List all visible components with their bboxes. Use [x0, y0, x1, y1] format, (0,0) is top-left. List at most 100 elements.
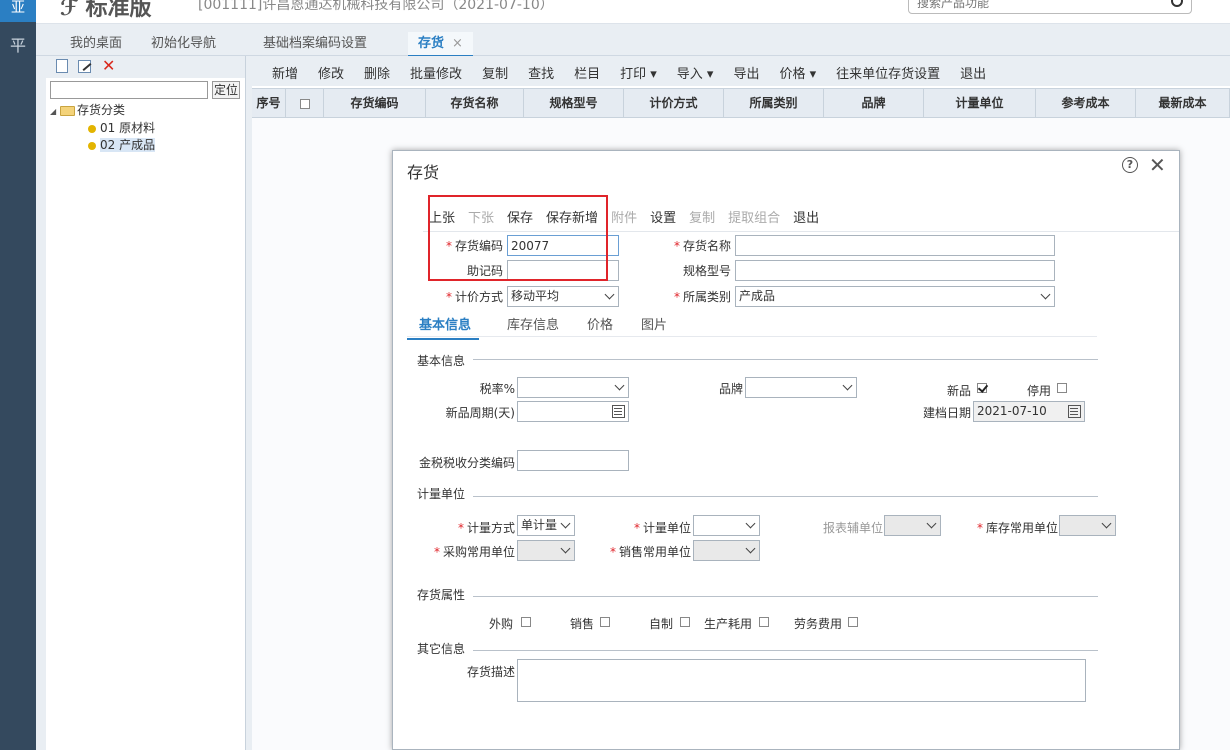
report-aux-unit-select[interactable]	[884, 515, 941, 536]
tax-code-input[interactable]	[517, 450, 629, 471]
col-header-select[interactable]	[286, 89, 324, 119]
col-header-brand[interactable]: 品牌	[824, 89, 924, 119]
exit-dialog-button[interactable]: 退出	[793, 211, 819, 226]
tab-bar: 我的桌面 初始化导航 基础档案编码设置 存货 ×	[36, 24, 1230, 57]
tree-node-finished-goods[interactable]: 02 产成品	[50, 137, 245, 154]
attr-purchased-label: 外购	[489, 617, 514, 631]
copy-button[interactable]: 复制	[482, 67, 508, 82]
name-input[interactable]	[735, 235, 1055, 256]
tab-stock-info[interactable]: 库存信息	[507, 314, 559, 333]
description-textarea[interactable]	[517, 659, 1086, 702]
chevron-down-icon	[560, 543, 571, 554]
col-header-unit[interactable]: 计量单位	[924, 89, 1036, 119]
divider	[423, 231, 1179, 232]
brand-select[interactable]	[745, 377, 857, 398]
tab-picture[interactable]: 图片	[641, 314, 667, 333]
new-product-checkbox[interactable]	[977, 383, 987, 393]
category-tree-panel: ✕ 定位 ◢ 存货分类 01 原材料 02 产成品	[46, 56, 246, 750]
tab-close-icon[interactable]: ×	[452, 36, 463, 51]
delete-icon[interactable]: ✕	[101, 58, 117, 74]
copy-record-button[interactable]: 复制	[689, 211, 715, 226]
tree-node-root[interactable]: ◢ 存货分类	[50, 102, 245, 120]
price-menu[interactable]: 价格 ▾	[779, 67, 816, 82]
purchase-unit-label: * 采购常用单位	[433, 545, 515, 559]
locate-button[interactable]: 定位	[212, 81, 240, 99]
export-button[interactable]: 导出	[733, 67, 759, 82]
select-all-checkbox[interactable]	[299, 98, 310, 109]
print-menu[interactable]: 打印 ▾	[620, 67, 657, 82]
attr-self-made-checkbox[interactable]	[680, 617, 690, 627]
code-input[interactable]	[507, 235, 619, 256]
col-header-name[interactable]: 存货名称	[426, 89, 524, 119]
tab-init-guide[interactable]: 初始化导航	[151, 32, 216, 51]
tree-search-input[interactable]	[50, 81, 208, 99]
collapse-arrow-icon[interactable]: ◢	[50, 103, 60, 120]
tree-node-raw-material[interactable]: 01 原材料	[50, 120, 245, 137]
col-header-code[interactable]: 存货编码	[324, 89, 426, 119]
attr-service-label: 劳务费用	[794, 617, 843, 631]
category-select[interactable]: 产成品	[735, 286, 1055, 307]
add-button[interactable]: 新增	[272, 67, 298, 82]
delete-button[interactable]: 删除	[364, 67, 390, 82]
new-file-icon[interactable]	[56, 59, 68, 73]
col-header-latest-cost[interactable]: 最新成本	[1136, 89, 1230, 119]
extract-combo-button[interactable]: 提取组合	[728, 211, 780, 226]
tab-my-desktop[interactable]: 我的桌面	[70, 32, 122, 51]
tree-node-label: 存货分类	[77, 103, 126, 117]
col-header-valuation[interactable]: 计价方式	[624, 89, 724, 119]
description-label: 存货描述	[466, 665, 515, 679]
find-button[interactable]: 查找	[528, 67, 554, 82]
valuation-label: * 计价方式	[445, 290, 503, 304]
save-and-new-button[interactable]: 保存新增	[546, 211, 598, 226]
col-header-spec[interactable]: 规格型号	[524, 89, 624, 119]
partner-inventory-settings-button[interactable]: 往来单位存货设置	[836, 67, 940, 82]
batch-modify-button[interactable]: 批量修改	[410, 67, 462, 82]
attachment-button[interactable]: 附件	[611, 211, 637, 226]
attr-production-checkbox[interactable]	[759, 617, 769, 627]
sales-unit-select[interactable]	[693, 540, 760, 561]
app-logo[interactable]: 亚	[0, 0, 36, 22]
chevron-down-icon	[560, 518, 571, 529]
purchase-unit-select[interactable]	[517, 540, 575, 561]
section-other: 其它信息	[417, 642, 466, 656]
help-icon[interactable]: ?	[1122, 157, 1138, 173]
attr-sales-checkbox[interactable]	[600, 617, 610, 627]
import-menu[interactable]: 导入 ▾	[677, 67, 714, 82]
chevron-down-icon	[745, 518, 756, 529]
unit-select[interactable]	[693, 515, 760, 536]
next-record-button[interactable]: 下张	[468, 211, 494, 226]
attr-self-made-label: 自制	[649, 617, 674, 631]
tab-code-settings[interactable]: 基础档案编码设置	[263, 32, 367, 51]
created-date-input[interactable]: 2021-07-10	[973, 401, 1085, 422]
modify-button[interactable]: 修改	[318, 67, 344, 82]
tax-rate-select[interactable]	[517, 377, 629, 398]
valuation-select[interactable]: 移动平均	[507, 286, 619, 307]
search-input[interactable]	[917, 0, 1157, 13]
mnemonic-input[interactable]	[507, 260, 619, 281]
search-icon[interactable]	[1171, 0, 1183, 7]
settings-button[interactable]: 设置	[650, 211, 676, 226]
inventory-dialog: 存货 ? ✕ 上张下张保存保存新增附件设置复制提取组合退出 *存货编码 *存货名…	[392, 150, 1180, 750]
new-period-input[interactable]	[517, 401, 629, 422]
tab-inventory[interactable]: 存货 ×	[408, 32, 473, 57]
close-icon[interactable]: ✕	[1149, 153, 1166, 177]
prev-record-button[interactable]: 上张	[429, 211, 455, 226]
spec-input[interactable]	[735, 260, 1055, 281]
col-header-category[interactable]: 所属类别	[724, 89, 824, 119]
calendar-icon[interactable]	[1068, 405, 1081, 418]
save-button[interactable]: 保存	[507, 211, 533, 226]
stock-unit-select[interactable]	[1059, 515, 1116, 536]
col-header-ref-cost[interactable]: 参考成本	[1036, 89, 1136, 119]
measure-mode-select[interactable]: 单计量	[517, 515, 575, 536]
attr-purchased-checkbox[interactable]	[521, 617, 531, 627]
global-search[interactable]	[908, 0, 1192, 14]
edit-icon[interactable]	[77, 59, 91, 73]
columns-button[interactable]: 栏目	[574, 67, 600, 82]
attr-service-checkbox[interactable]	[848, 617, 858, 627]
exit-button[interactable]: 退出	[960, 67, 986, 82]
attr-production-label: 生产耗用	[704, 617, 753, 631]
tab-price[interactable]: 价格	[587, 314, 613, 333]
calendar-icon[interactable]	[612, 405, 625, 418]
disabled-checkbox[interactable]	[1057, 383, 1067, 393]
rail-menu-item[interactable]: 平	[0, 32, 36, 56]
